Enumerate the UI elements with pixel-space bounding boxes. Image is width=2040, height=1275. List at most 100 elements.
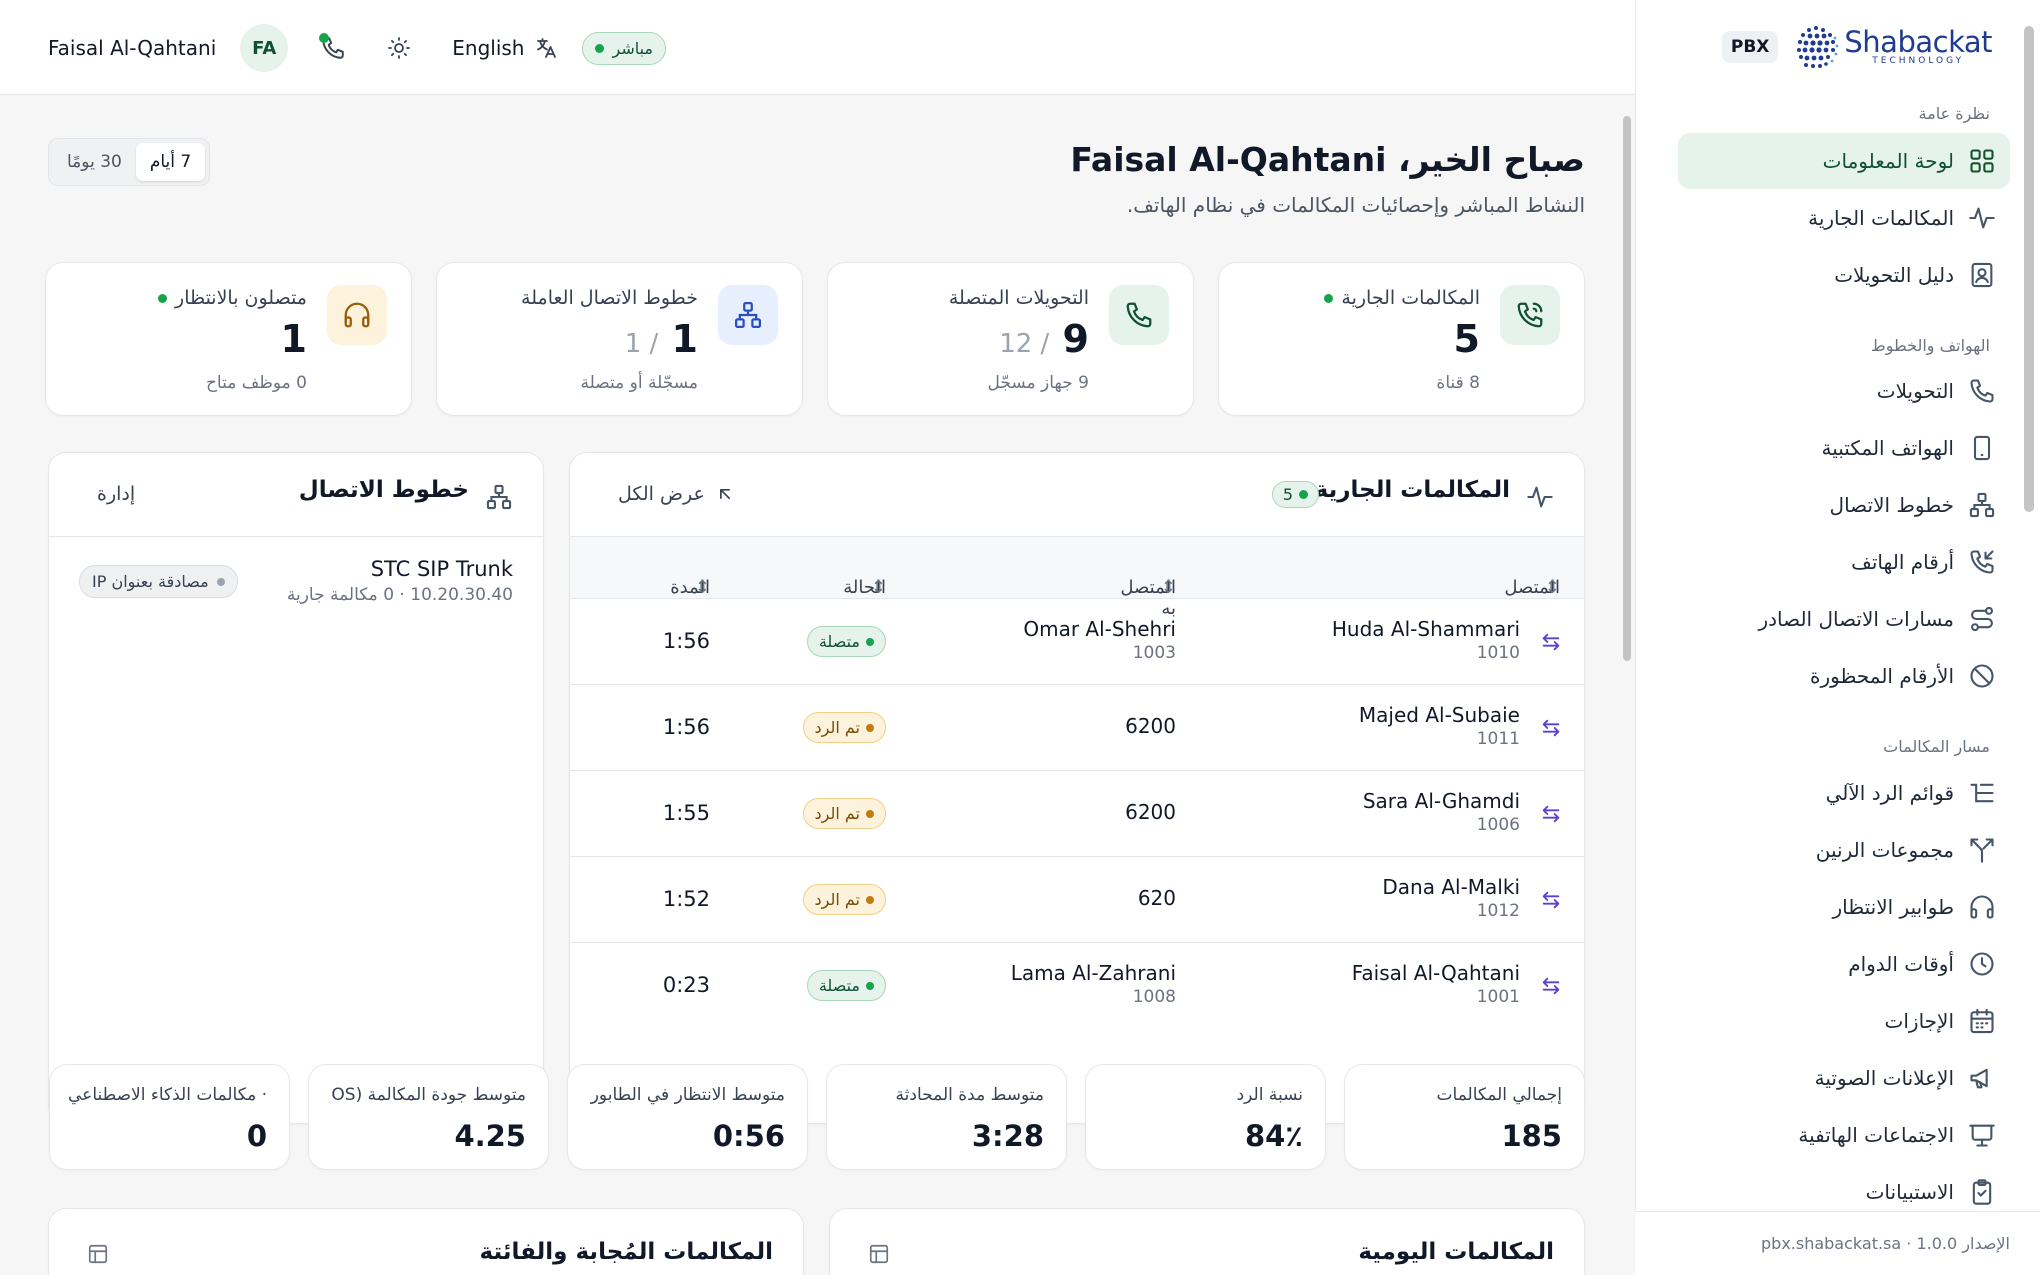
sidebar-item-active-calls[interactable]: المكالمات الجارية [1678, 190, 2010, 246]
clipboard-check-icon [1972, 1179, 1992, 1205]
sidebar-item-label: الاستبيانات [1865, 1180, 1954, 1204]
sidebar-item-ivr-menus[interactable]: قوائم الرد الآلي [1678, 765, 2010, 821]
status-dot [866, 809, 874, 818]
stat-card-active-calls[interactable]: المكالمات الجارية 5 8 قناة [1218, 262, 1585, 416]
call-duration: 1:52 [662, 887, 710, 911]
presentation-icon [1969, 1124, 1995, 1147]
network-icon [486, 484, 512, 510]
table-row[interactable]: Dana Al-Malki 1012 620 تم الرد 1:52 [570, 857, 1584, 943]
contacts-book-icon [1971, 262, 1993, 288]
answered-missed-card: المكالمات المُجابة والفائتة [48, 1208, 804, 1275]
metric-label: متوسط جودة المكالمة (OS [331, 1085, 526, 1105]
caller-name: Huda Al-Shammari [1331, 617, 1520, 641]
sidebar-item-desk-phones[interactable]: الهواتف المكتبية [1678, 420, 2010, 476]
sidebar-item-label: دليل التحويلات [1834, 263, 1954, 287]
sidebar-item-holidays[interactable]: الإجازات [1678, 993, 2010, 1049]
sun-icon [388, 37, 411, 59]
status-badge: تم الرد [802, 712, 886, 743]
table-row[interactable]: Majed Al-Subaie 1011 6200 تم الرد 1:56 [570, 685, 1584, 771]
page-subtitle: النشاط المباشر وإحصائيات المكالمات في نظ… [1126, 193, 1585, 217]
status-badge: متصلة [806, 970, 886, 1001]
period-30-days[interactable]: 30 يومًا [53, 143, 136, 181]
stat-value: 9 [1062, 317, 1089, 361]
activity-icon [1527, 486, 1553, 508]
language-label: English [452, 36, 525, 60]
shabackat-logo[interactable]: Shabackat TECHNOLOGY [1792, 20, 1992, 74]
metric-label: نسبة الرد [1236, 1085, 1303, 1105]
period-7-days[interactable]: 7 أيام [135, 143, 206, 181]
trunk-auth-badge: مصادقة بعنوان IP [79, 565, 238, 598]
stat-value: 5 [1453, 317, 1480, 361]
sidebar-item-phone-numbers[interactable]: أرقام الهاتف [1678, 534, 2010, 590]
topbar: Faisal Al-Qahtani FA English مباشر [0, 0, 1635, 95]
status-label: تم الرد [814, 890, 860, 909]
softphone-button[interactable] [312, 27, 354, 69]
callee-name: 620 [1137, 886, 1176, 910]
metric-label: متوسط مدة المحادثة [895, 1085, 1044, 1105]
sidebar-item-business-hours[interactable]: أوقات الدوام [1678, 936, 2010, 992]
sidebar-item-outbound-routes[interactable]: مسارات الاتصال الصادر [1678, 591, 2010, 647]
stat-card-waiting-callers[interactable]: متصلون بالانتظار 1 0 موظف متاح [45, 262, 412, 416]
brand: PBX Shabackat TECHNOLOGY [1721, 20, 1992, 74]
table-row[interactable]: Sara Al-Ghamdi 1006 6200 تم الرد 1:55 [570, 771, 1584, 857]
sidebar-item-label: طوابير الانتظار [1832, 895, 1954, 919]
split-icon [1970, 838, 1994, 863]
sort-icon: ⇕ [870, 577, 886, 598]
version-footer: الإصدار 1.0.0 · pbx.shabackat.sa [1635, 1211, 2040, 1275]
sidebar-item-announcements[interactable]: الإعلانات الصوتية [1678, 1050, 2010, 1106]
table-icon[interactable] [87, 1243, 109, 1265]
caller-ext: 1011 [1476, 729, 1520, 749]
caller-name: Majed Al-Subaie [1358, 703, 1520, 727]
transfer-arrows-icon [1542, 719, 1560, 737]
sidebar-item-queues[interactable]: طوابير الانتظار [1678, 879, 2010, 935]
stat-icon-box [1500, 285, 1560, 345]
view-all-label: عرض الكل [618, 483, 705, 505]
sidebar-item-label: الاجتماعات الهاتفية [1798, 1123, 1954, 1147]
live-dot [1324, 293, 1334, 303]
stat-subtext: 9 جهاز مسجّل [987, 373, 1090, 393]
metric-value: 84٪ [1244, 1119, 1303, 1153]
sidebar-item-ring-groups[interactable]: مجموعات الرنين [1678, 822, 2010, 878]
sidebar-scrollbar[interactable] [2018, 0, 2040, 1210]
language-switcher[interactable]: English [452, 36, 558, 60]
avatar[interactable]: FA [240, 24, 289, 72]
callee-cell: 6200 [1125, 800, 1176, 824]
status-cell: تم الرد [802, 884, 886, 915]
stat-card-connected-extensions[interactable]: التحويلات المتصلة 9 / 12 9 جهاز مسجّل [827, 262, 1194, 416]
stat-subtext: 0 موظف متاح [205, 373, 307, 393]
table-row[interactable]: Huda Al-Shammari 1010 Omar Al-Shehri 1003 … [570, 599, 1584, 685]
globe-logo-icon [1797, 26, 1839, 68]
active-calls-title: المكالمات الجارية [1314, 477, 1510, 503]
view-all-link[interactable]: عرض الكل [618, 483, 735, 505]
status-dot [866, 637, 874, 646]
caller-cell: Dana Al-Malki 1012 [1382, 875, 1520, 921]
caller-ext: 1001 [1476, 987, 1520, 1007]
table-row[interactable]: Faisal Al-Qahtani 1001 Lama Al-Zahrani 100… [570, 943, 1584, 1029]
user-name[interactable]: Faisal Al-Qahtani [48, 36, 216, 60]
manage-trunks-link[interactable]: إدارة [97, 483, 135, 505]
network-icon [735, 302, 761, 328]
stat-label: التحويلات المتصلة [948, 287, 1089, 309]
sidebar-item-dashboard[interactable]: لوحة المعلومات [1678, 133, 2010, 189]
megaphone-icon [1970, 1068, 1988, 1089]
table-icon[interactable] [868, 1243, 890, 1265]
activity-icon [1969, 207, 1995, 229]
sidebar-item-label: أوقات الدوام [1848, 952, 1954, 976]
sidebar-item-label: الإجازات [1884, 1009, 1954, 1033]
headphones-icon [1970, 895, 1994, 919]
theme-toggle-button[interactable] [378, 27, 420, 69]
sidebar-item-conferences[interactable]: الاجتماعات الهاتفية [1678, 1107, 2010, 1163]
stat-card-working-trunks[interactable]: خطوط الاتصال العاملة 1 / 1 مسجّلة أو متص… [436, 262, 803, 416]
callee-name: Lama Al-Zahrani [1010, 961, 1176, 985]
sidebar-scrollbar-thumb[interactable] [2024, 26, 2034, 512]
callee-ext: 1008 [1132, 987, 1176, 1007]
sidebar-item-trunks[interactable]: خطوط الاتصال [1678, 477, 2010, 533]
sidebar-item-extension-directory[interactable]: دليل التحويلات [1678, 247, 2010, 303]
sidebar-item-blocked-numbers[interactable]: الأرقام المحظورة [1678, 648, 2010, 704]
status-cell: متصلة [806, 970, 886, 1001]
calendar-icon [1970, 1008, 1994, 1034]
sidebar-item-extensions[interactable]: التحويلات [1678, 363, 2010, 419]
trunks-panel: خطوط الاتصال إدارة STC SIP Trunk 10.20.3… [48, 452, 544, 1124]
callee-cell: Omar Al-Shehri 1003 [1023, 617, 1176, 663]
sidebar-item-label: قوائم الرد الآلي [1825, 781, 1954, 805]
